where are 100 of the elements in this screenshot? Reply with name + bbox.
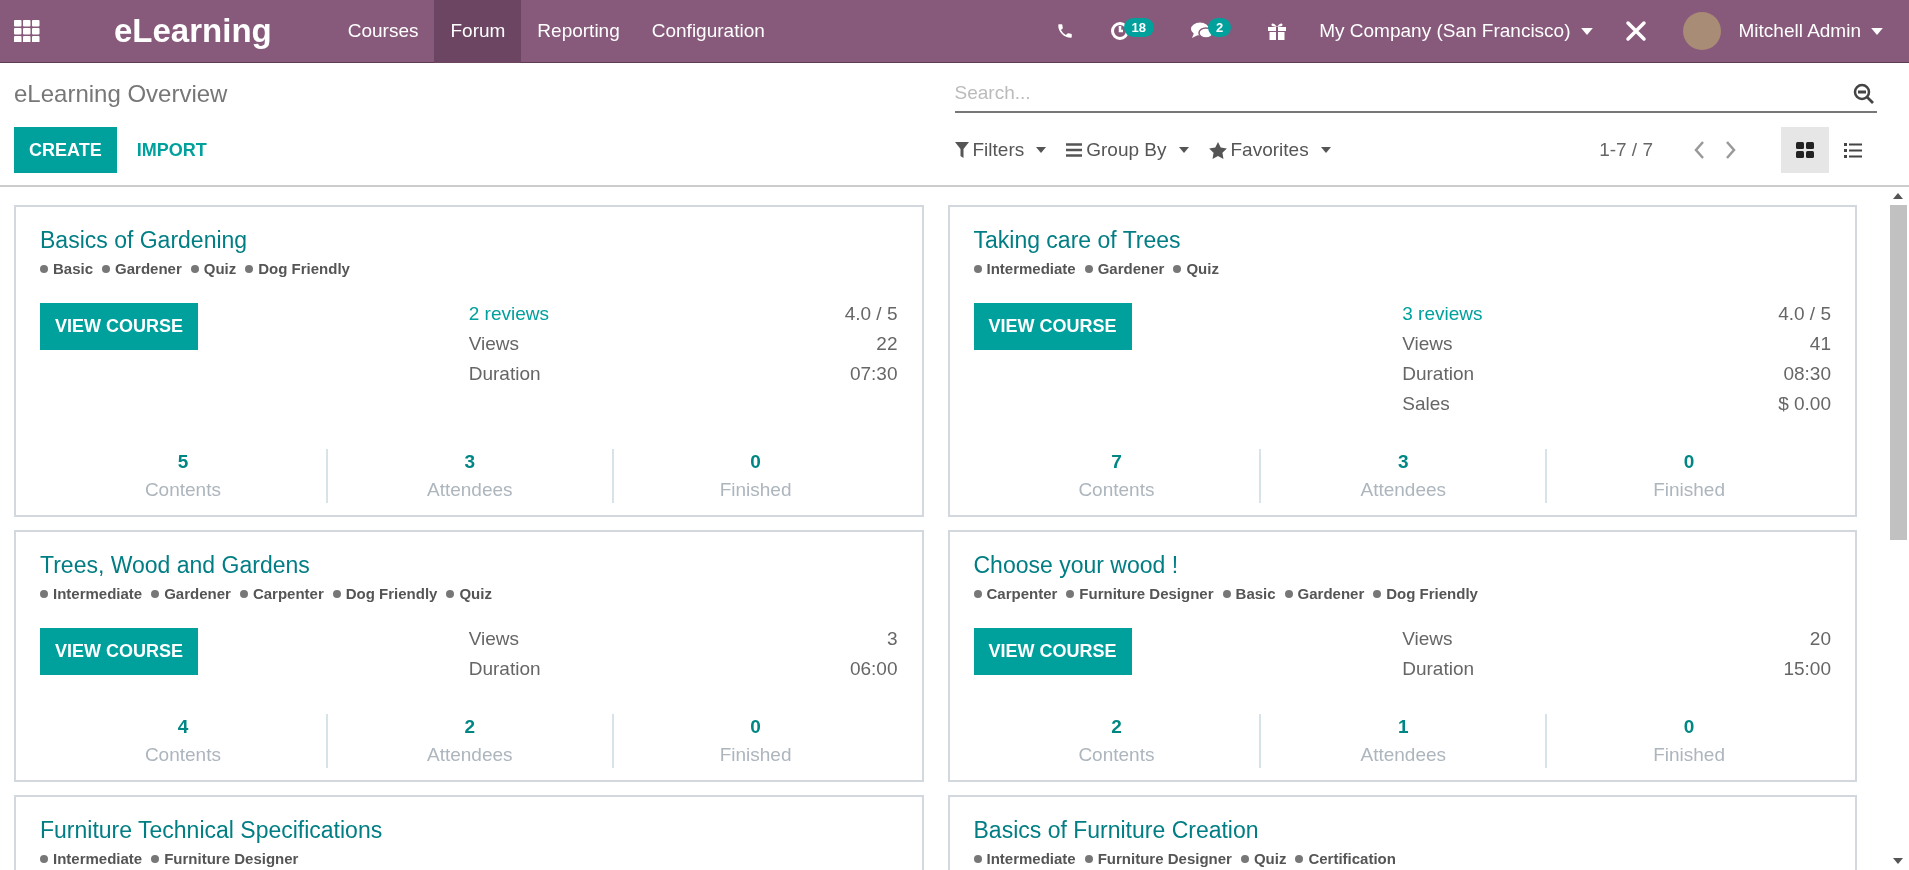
course-tag: Quiz xyxy=(1240,850,1287,867)
view-course-button[interactable]: VIEW COURSE xyxy=(973,628,1132,675)
page-title: eLearning Overview xyxy=(14,80,229,108)
stat-label: Attendees xyxy=(426,479,513,501)
stat-value[interactable]: 2 xyxy=(464,716,476,738)
search-icon[interactable] xyxy=(1853,83,1875,105)
create-button[interactable]: CREATE xyxy=(14,127,117,173)
clock-icon[interactable] xyxy=(1109,21,1130,41)
stat-value[interactable]: 4 xyxy=(177,716,189,738)
stat-label: Contents xyxy=(144,744,221,766)
stat-value[interactable]: 0 xyxy=(1683,716,1695,738)
menu-item[interactable]: Configuration xyxy=(635,0,781,63)
stat-value[interactable]: 3 xyxy=(1397,451,1409,473)
course-tag: Gardener xyxy=(1284,585,1365,602)
stat-label: Contents xyxy=(1078,744,1155,766)
stat-label: Attendees xyxy=(426,744,513,766)
course-title[interactable]: Taking care of Trees xyxy=(973,227,1831,254)
course-card[interactable]: Trees, Wood and Gardens Intermediate Gardener Carpenter Dog Friendly Quiz VIEW COURSE Views 3 Duration 06:00 4 Contents 2 Attendees 0 Finished xyxy=(14,530,924,782)
info-label: Sales xyxy=(1402,393,1451,415)
reviews-link[interactable]: 3 reviews xyxy=(1402,303,1779,325)
stat-label: Contents xyxy=(1078,479,1155,501)
course-title[interactable]: Basics of Furniture Creation xyxy=(973,817,1831,844)
info-value: 41 xyxy=(1808,333,1831,355)
info-label: Duration xyxy=(468,658,542,680)
stat-value[interactable]: 0 xyxy=(750,716,761,738)
course-tag: Dog Friendly xyxy=(245,260,350,277)
stat-value[interactable]: 3 xyxy=(464,451,476,473)
course-title[interactable]: Choose your wood ! xyxy=(973,552,1831,579)
info-value: 08:30 xyxy=(1782,363,1831,385)
reviews-link[interactable]: 2 reviews xyxy=(468,303,845,325)
course-tag: Dog Friendly xyxy=(1373,585,1478,602)
course-tag: Intermediate xyxy=(40,850,143,867)
caret-icon xyxy=(1871,27,1883,35)
course-card[interactable]: Furniture Technical Specifications Intermediate Furniture Designer xyxy=(14,795,924,870)
menu-item[interactable]: Forum xyxy=(434,0,522,63)
scroll-up-icon[interactable] xyxy=(1893,193,1903,199)
course-tag: Dog Friendly xyxy=(332,585,438,602)
stat-value[interactable]: 0 xyxy=(1683,451,1695,473)
stat-label: Attendees xyxy=(1360,744,1447,766)
info-value: 4.0 / 5 xyxy=(844,303,898,325)
stat-label: Finished xyxy=(1653,744,1725,766)
course-tag: Quiz xyxy=(1173,260,1219,277)
course-title[interactable]: Trees, Wood and Gardens xyxy=(40,552,898,579)
info-label: Views xyxy=(1402,628,1454,650)
course-title[interactable]: Basics of Gardening xyxy=(40,227,898,254)
favorites-dropdown[interactable]: Favorites xyxy=(1208,139,1341,161)
phone-icon[interactable] xyxy=(1055,22,1074,40)
filter-icon xyxy=(954,142,969,158)
view-course-button[interactable]: VIEW COURSE xyxy=(40,303,198,350)
kanban-view-button[interactable] xyxy=(1781,127,1829,173)
course-card[interactable]: Basics of Furniture Creation Intermediate Furniture Designer Quiz Certification xyxy=(947,795,1857,870)
info-value: $ 0.00 xyxy=(1778,393,1831,415)
info-label: Duration xyxy=(468,363,542,385)
grid-icon xyxy=(1796,142,1814,158)
course-card[interactable]: Taking care of Trees Intermediate Gardener Quiz VIEW COURSE 3 reviews 4.0 / 5 Views 41 Duration 08:30 Sales $ 0.00 7 Contents 3 Attendees 0 Finished xyxy=(947,205,1857,517)
info-value: 22 xyxy=(875,333,898,355)
message-count-badge: 2 xyxy=(1207,17,1232,37)
view-course-button[interactable]: VIEW COURSE xyxy=(973,303,1132,350)
apps-grid-icon[interactable] xyxy=(14,20,40,42)
tools-icon[interactable] xyxy=(1624,20,1647,42)
info-label: Views xyxy=(468,333,521,355)
stat-value[interactable]: 5 xyxy=(177,451,189,473)
view-course-button[interactable]: VIEW COURSE xyxy=(40,628,198,675)
company-switcher[interactable]: My Company (San Francisco) xyxy=(1305,20,1607,42)
course-tag: Furniture Designer xyxy=(1084,850,1232,867)
info-value: 15:00 xyxy=(1783,658,1831,680)
course-tag: Furniture Designer xyxy=(1066,585,1214,602)
stat-value[interactable]: 2 xyxy=(1111,716,1122,738)
course-tag: Carpenter xyxy=(239,585,324,602)
course-tag: Intermediate xyxy=(973,850,1076,867)
info-label: Duration xyxy=(1402,658,1476,680)
user-menu[interactable]: Mitchell Admin xyxy=(1738,20,1909,42)
course-tag: Certification xyxy=(1295,850,1396,867)
group-by-dropdown[interactable]: Group By xyxy=(1066,139,1199,161)
menu-item[interactable]: Reporting xyxy=(521,0,636,63)
course-tag: Gardener xyxy=(102,260,182,277)
import-button[interactable]: IMPORT xyxy=(122,127,221,173)
star-icon xyxy=(1208,141,1227,159)
course-title[interactable]: Furniture Technical Specifications xyxy=(40,817,898,844)
stat-label: Finished xyxy=(719,479,792,501)
scroll-down-icon[interactable] xyxy=(1893,858,1903,864)
menu-item[interactable]: Courses xyxy=(331,0,435,63)
course-tag: Gardener xyxy=(151,585,231,602)
chevron-right-icon xyxy=(1725,140,1737,160)
stat-value[interactable]: 7 xyxy=(1111,451,1122,473)
filters-dropdown[interactable]: Filters xyxy=(954,139,1057,161)
course-card[interactable]: Basics of Gardening Basic Gardener Quiz Dog Friendly VIEW COURSE 2 reviews 4.0 / 5 Views 22 Duration 07:30 5 Contents 3 Attendees 0 Finished xyxy=(14,205,924,517)
course-card[interactable]: Choose your wood ! Carpenter Furniture Designer Basic Gardener Dog Friendly VIEW COURSE Views 20 Duration 15:00 2 Contents 1 Attendees 0 Finished xyxy=(947,530,1857,782)
course-tag: Gardener xyxy=(1084,260,1165,277)
pager-counter: 1-7 / 7 xyxy=(1599,139,1653,161)
stat-label: Attendees xyxy=(1360,479,1447,501)
stat-value[interactable]: 0 xyxy=(750,451,761,473)
app-title: eLearning xyxy=(114,12,272,50)
info-value: 3 xyxy=(885,628,898,650)
gift-icon[interactable] xyxy=(1267,21,1288,41)
course-tag: Basic xyxy=(1222,585,1276,602)
info-label: Views xyxy=(1402,333,1454,355)
caret-icon xyxy=(1320,147,1331,153)
stat-value[interactable]: 1 xyxy=(1397,716,1409,738)
course-tag: Intermediate xyxy=(40,585,143,602)
